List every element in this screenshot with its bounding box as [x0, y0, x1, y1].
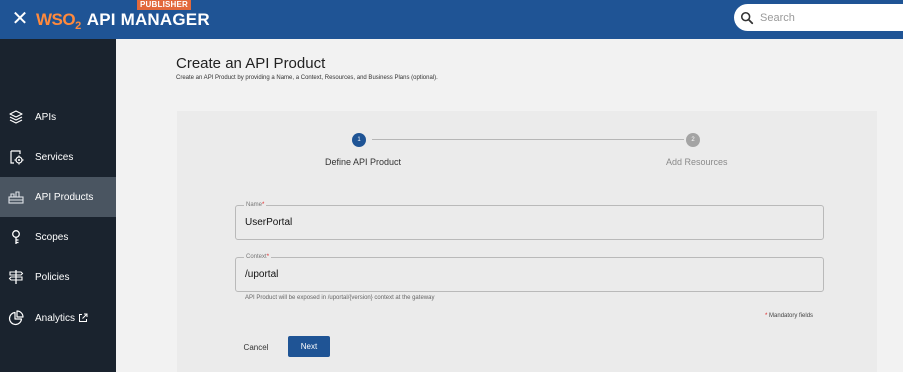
close-icon[interactable]: ✕: [10, 9, 30, 29]
external-link-icon: [79, 313, 88, 322]
service-gear-icon: [10, 150, 24, 165]
next-button[interactable]: Next: [288, 336, 330, 357]
top-app-bar: ✕ WSO2 API MANAGER PUBLISHER: [0, 0, 903, 39]
sidebar-item-label: Services: [35, 151, 74, 163]
context-field[interactable]: Context*: [235, 254, 824, 292]
sidebar-item-label: Policies: [35, 271, 70, 283]
step-2-label: Add Resources: [666, 157, 728, 167]
publisher-badge: PUBLISHER: [137, 0, 192, 10]
app-name: API MANAGER: [86, 10, 210, 29]
search-icon: [740, 11, 754, 24]
page-subtitle: Create an API Product by providing a Nam…: [176, 75, 438, 81]
name-input[interactable]: [245, 217, 805, 228]
sidebar-item-label: Scopes: [35, 231, 69, 243]
cancel-button[interactable]: Cancel: [236, 338, 276, 356]
sidebar-item-scopes[interactable]: Scopes: [0, 217, 116, 257]
create-product-panel: [177, 111, 877, 372]
sidebar-item-analytics[interactable]: Analytics: [0, 298, 116, 338]
wso2-logo[interactable]: WSO2 API MANAGER: [36, 8, 210, 32]
sidebar-item-apis[interactable]: APIs: [0, 97, 116, 137]
context-input[interactable]: [245, 269, 805, 280]
sidebar-item-services[interactable]: Services: [0, 137, 116, 177]
layers-icon: [9, 110, 23, 124]
name-field-label: Name*: [244, 202, 267, 208]
sidebar-item-label: APIs: [35, 111, 57, 123]
step-2-circle: 2: [686, 133, 700, 147]
sidebar-item-label: API Products: [35, 191, 94, 203]
mandatory-note: * Mandatory fields: [765, 313, 814, 319]
stepper-connector: [372, 139, 684, 140]
sidebar-item-label: Analytics: [35, 312, 76, 324]
step-1-label: Define API Product: [325, 157, 402, 167]
scope-key-icon: [12, 230, 20, 244]
context-field-label: Context*: [244, 254, 272, 260]
analytics-pie-icon: [8, 310, 24, 326]
signpost-icon: [8, 270, 24, 284]
context-helper-text: API Product will be exposed in /uportal/…: [245, 295, 435, 301]
sidebar-item-api-products[interactable]: API Products: [0, 177, 116, 217]
api-products-icon: [8, 191, 24, 204]
page-title: Create an API Product: [176, 55, 326, 72]
search-box[interactable]: [734, 4, 903, 31]
logo-wso2-text: WSO2: [36, 10, 81, 32]
sidebar-item-policies[interactable]: Policies: [0, 257, 116, 297]
step-1-circle: 1: [352, 133, 366, 147]
search-input[interactable]: [760, 11, 890, 24]
name-field[interactable]: Name*: [235, 202, 824, 240]
